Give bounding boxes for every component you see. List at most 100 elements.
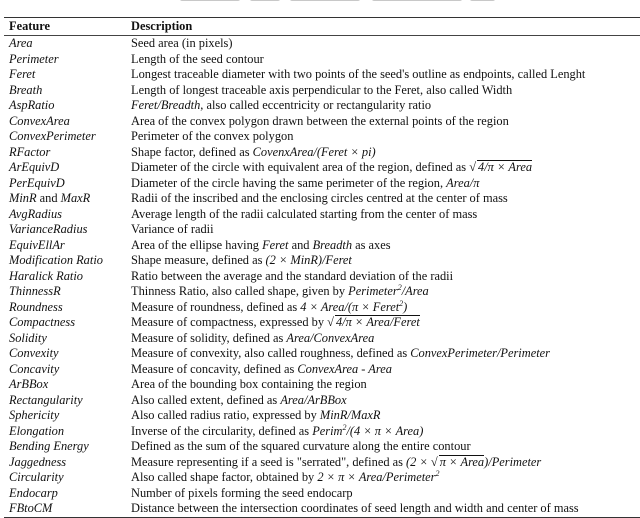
table-row: Perimeter Length of the seed contour [4, 52, 640, 68]
description-cell: Also called extent, defined as Area/ArBB… [126, 393, 640, 409]
description-math: ConvexArea - Area [297, 361, 392, 376]
feature-cell: AspRatio [9, 98, 55, 112]
table-row: Area Seed area (in pixels) [4, 36, 640, 52]
feature-cell: FBtoCM [9, 501, 53, 515]
description-math-radicand: 4/π × Area [477, 160, 533, 174]
description-text: Length of the seed contour [131, 51, 264, 66]
column-header-feature: Feature [9, 18, 51, 33]
description-cell: Radii of the inscribed and the enclosing… [126, 191, 640, 207]
table-row: Concavity Measure of concavity, defined a… [4, 362, 640, 378]
description-cell: Measure of convexity, also called roughn… [126, 346, 640, 362]
description-cell: Perimeter of the convex polygon [126, 129, 640, 145]
feature-table: Feature Description Area Seed area (in pi… [4, 17, 640, 518]
description-text: Diameter of the circle with equivalent a… [131, 160, 470, 174]
description-text: Measure of solidity, defined as [131, 330, 287, 345]
table-row: Rectangularity Also called extent, define… [4, 393, 640, 409]
feature-cell: RFactor [9, 144, 51, 159]
table-body: Area Seed area (in pixels) Perimeter Length… [4, 36, 640, 517]
description-math: Perimeter [348, 284, 398, 298]
feature-cell: ArEquivD [9, 160, 60, 174]
cropped-table-caption [0, 0, 640, 3]
table-row: Feret Longest traceable diameter with two… [4, 67, 640, 83]
description-text: , also called eccentricity or rectangula… [200, 98, 432, 112]
feature-joiner: and [36, 191, 61, 205]
feature-cell: Sphericity [9, 408, 60, 422]
table-row: Jaggedness Measure representing if a seed… [4, 454, 640, 471]
description-text: Variance of radii [131, 222, 214, 236]
description-math: Perim [312, 423, 343, 438]
feature-cell: Perimeter [9, 51, 59, 66]
description-math-radicand: 4/π × Area/Feret [334, 315, 420, 329]
square-root-sign: √ [430, 454, 438, 469]
description-math: /(4 × π × Area) [346, 423, 424, 438]
description-cell: Number of pixels forming the seed endoca… [126, 486, 640, 502]
description-cell: Also called shape factor, obtained by 2 … [126, 469, 640, 486]
description-cell: Defined as the sum of the squared curvat… [126, 439, 640, 455]
table-row: FBtoCM Distance between the intersection … [4, 501, 640, 517]
description-cell: Seed area (in pixels) [126, 36, 640, 52]
feature-cell: EquivEllAr [9, 237, 65, 252]
feature-cell: Bending Energy [9, 439, 89, 453]
description-text: Area of the convex polygon drawn between… [131, 113, 509, 128]
feature-table-container: Feature Description Area Seed area (in pi… [4, 17, 640, 518]
description-math: Area/ConvexArea [286, 330, 375, 345]
table-row: ArBBox Area of the bounding box containin… [4, 377, 640, 393]
description-text: Measure of compactness, expressed by [131, 315, 328, 329]
description-math: (2 × MinR)/Feret [265, 253, 352, 267]
description-text: Measure of concavity, defined as [131, 361, 298, 376]
feature-cell: Haralick Ratio [9, 268, 83, 283]
description-cell: Inverse of the circularity, defined as P… [126, 423, 640, 440]
description-text: Ratio between the average and the standa… [131, 268, 454, 283]
feature-cell: Rectangularity [9, 392, 83, 407]
feature-name: MaxR [60, 191, 91, 205]
table-row: RFactor Shape factor, defined as CovenxAr… [4, 145, 640, 161]
feature-cell: ThinnessR [9, 284, 61, 298]
description-text: as axes [352, 237, 391, 252]
feature-cell: Modification Ratio [9, 253, 103, 267]
table-row: Breath Length of longest traceable axis p… [4, 83, 640, 99]
description-cell: Distance between the intersection coordi… [126, 501, 640, 517]
feature-cell: Breath [9, 82, 43, 97]
description-text: Diameter of the circle having the same p… [131, 175, 447, 190]
feature-cell: MinR and MaxR [4, 191, 126, 207]
description-math: 2 × π × Area/Perimeter [317, 470, 436, 484]
description-text: Thinness Ratio, also called shape, given… [131, 284, 349, 298]
table-row: Convexity Measure of convexity, also call… [4, 346, 640, 362]
table-row: ArEquivD Diameter of the circle with equi… [4, 160, 640, 176]
description-cell: Variance of radii [126, 222, 640, 238]
table-row: ConvexArea Area of the convex polygon dra… [4, 114, 640, 130]
description-text: Longest traceable diameter with two poin… [131, 67, 586, 81]
description-cell: Diameter of the circle having the same p… [126, 176, 640, 192]
description-text: Number of pixels forming the seed endoca… [131, 485, 353, 500]
feature-cell: Elongation [9, 423, 65, 438]
description-cell: Length of the seed contour [126, 52, 640, 68]
feature-cell: Feret [9, 67, 36, 81]
description-text: Defined as the sum of the squared curvat… [131, 439, 471, 453]
description-cell: Shape factor, defined as CovenxArea/(Fer… [126, 145, 640, 161]
square-root-sign: √ [327, 315, 334, 329]
description-math: Feret [262, 237, 289, 252]
description-text: Also called shape factor, obtained by [131, 470, 318, 484]
description-cell: Also called radius ratio, expressed by M… [126, 408, 640, 424]
description-math: Feret/Breadth [131, 98, 201, 112]
description-text: Radii of the inscribed and the enclosing… [131, 191, 508, 205]
description-text: Area of the bounding box containing the … [131, 377, 367, 391]
square-root-sign: √ [469, 160, 476, 174]
feature-cell: Compactness [9, 315, 76, 329]
description-cell: Longest traceable diameter with two poin… [126, 67, 640, 83]
description-text: Area of the ellipse having [131, 237, 263, 252]
description-math: Area/ArBBox [280, 392, 347, 407]
description-cell: Ratio between the average and the standa… [126, 269, 640, 285]
description-cell: Area of the convex polygon drawn between… [126, 114, 640, 130]
description-cell: Area of the bounding box containing the … [126, 377, 640, 393]
description-cell: Average length of the radii calculated s… [126, 207, 640, 223]
table-row: AspRatio Feret/Breadth, also called eccen… [4, 98, 640, 114]
description-text: Shape factor, defined as [131, 144, 253, 159]
description-text: and [288, 237, 313, 252]
feature-cell: Jaggedness [9, 454, 67, 469]
feature-cell: Circularity [9, 470, 64, 484]
description-math: /Area [401, 284, 429, 298]
table-row: Circularity Also called shape factor, obt… [4, 469, 640, 486]
description-cell: Measure of solidity, defined as Area/Con… [126, 331, 640, 347]
description-math: )/Perimeter [484, 454, 542, 469]
